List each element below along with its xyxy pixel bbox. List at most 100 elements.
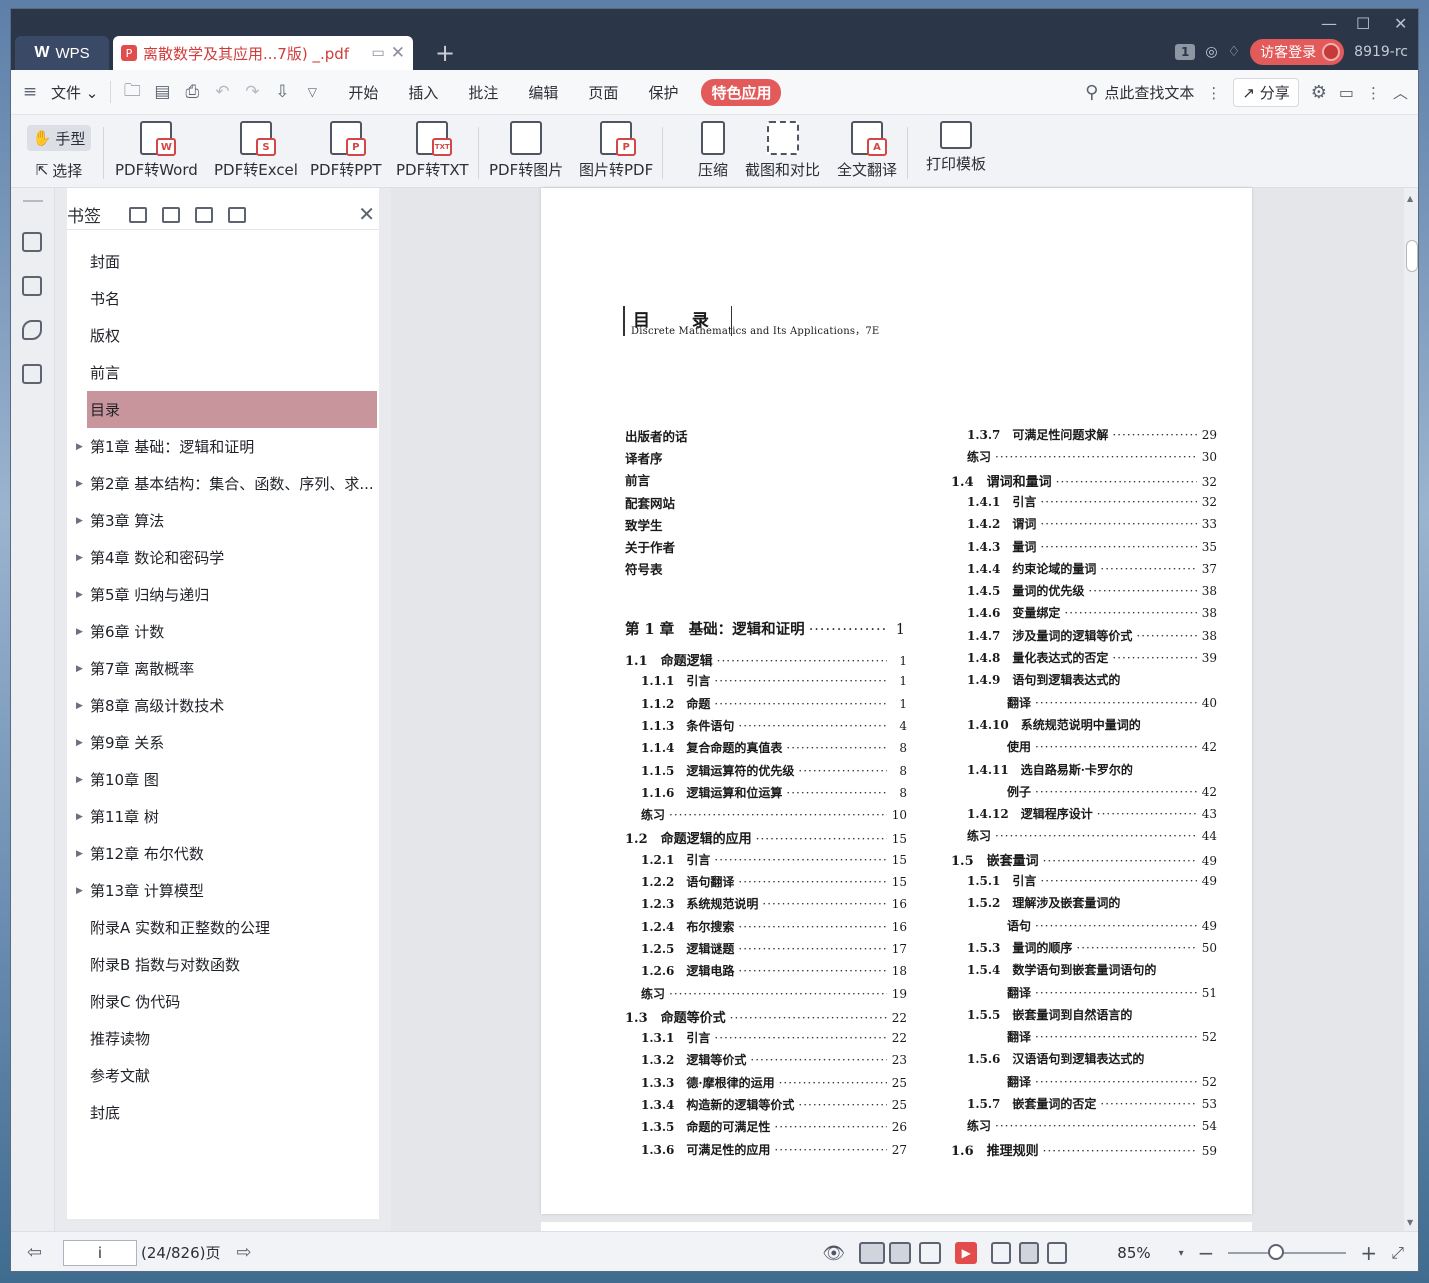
zoom-in-icon[interactable]: + (1360, 1241, 1377, 1265)
tab-insert[interactable]: 插入 (393, 82, 453, 103)
bookmark-item[interactable]: 封面 (67, 243, 379, 280)
bookmark-item[interactable]: 推荐读物 (67, 1020, 379, 1057)
scroll-thumb[interactable] (1406, 240, 1418, 272)
maximize-icon[interactable]: ☐ (1356, 14, 1370, 33)
pdf-to-image-button[interactable]: PDF转图片 (489, 121, 563, 185)
expand-arrow-icon[interactable]: ▶ (76, 442, 83, 452)
bookmark-item[interactable]: ▶ 第2章 基本结构：集合、函数、序列、求... (67, 465, 379, 502)
close-window-icon[interactable]: ✕ (1394, 14, 1407, 33)
pdf-to-txt-button[interactable]: TXT PDF转TXT (396, 121, 469, 185)
expand-arrow-icon[interactable]: ▶ (76, 738, 83, 748)
hand-tool-button[interactable]: ✋ 手型 (27, 125, 91, 151)
close-tab-icon[interactable]: ✕ (391, 43, 405, 63)
continuous-view-icon[interactable] (859, 1242, 886, 1264)
collapse-all-icon[interactable] (162, 206, 180, 223)
share-button[interactable]: ↗ 分享 (1233, 78, 1299, 107)
sync-icon[interactable]: ◎ (1205, 44, 1217, 60)
print-template-button[interactable]: 打印模板 (926, 121, 986, 185)
eye-protection-icon[interactable]: 👁 (822, 1243, 845, 1264)
expand-arrow-icon[interactable]: ▶ (76, 812, 83, 822)
close-panel-icon[interactable]: ✕ (358, 202, 375, 226)
export-icon[interactable]: ⇩ (267, 82, 297, 102)
two-page-icon[interactable] (919, 1242, 942, 1264)
expand-arrow-icon[interactable]: ▶ (76, 516, 83, 526)
thumbnail-image-icon[interactable] (22, 276, 42, 296)
bookmark-item[interactable]: ▶ 第1章 基础：逻辑和证明 (67, 428, 379, 465)
print-icon[interactable]: ⎙ (177, 82, 207, 102)
document-viewport[interactable]: 目 录 Discrete Mathematics and Its Applica… (391, 188, 1406, 1242)
vertical-scrollbar[interactable]: ▲ ▼ (1404, 188, 1418, 1231)
tab-edit[interactable]: 编辑 (513, 82, 573, 103)
tab-comment[interactable]: 批注 (453, 82, 513, 103)
wps-home-tab[interactable]: W WPS (15, 36, 109, 70)
full-translate-button[interactable]: A 全文翻译 (837, 121, 897, 185)
bookmark-item[interactable]: ▶ 第11章 树 (67, 798, 379, 835)
scroll-up-icon[interactable]: ▲ (1407, 194, 1413, 203)
open-folder-icon[interactable]: 🗀 (117, 78, 147, 107)
bookmark-item[interactable]: 封底 (67, 1094, 379, 1131)
image-to-pdf-button[interactable]: P 图片转PDF (579, 121, 653, 185)
select-tool-button[interactable]: ⇱ 选择 (27, 157, 91, 183)
find-text-input[interactable]: 点此查找文本 (1104, 82, 1194, 103)
fit-page-icon[interactable] (1019, 1242, 1040, 1264)
scroll-down-icon[interactable]: ▼ (1407, 1218, 1413, 1227)
tab-start[interactable]: 开始 (333, 82, 393, 103)
expand-arrow-icon[interactable]: ▶ (76, 886, 83, 896)
tab-protect[interactable]: 保护 (633, 82, 693, 103)
collapse-ribbon-icon[interactable]: ︿ (1393, 82, 1408, 103)
skin-icon[interactable]: ♢ (1228, 44, 1241, 60)
bookmark-item[interactable]: ▶ 第10章 图 (67, 761, 379, 798)
guest-login-button[interactable]: 访客登录 (1250, 39, 1345, 65)
more-vertical-icon[interactable]: ⋮ (1206, 84, 1221, 102)
next-page-icon[interactable]: ⇨ (236, 1242, 251, 1263)
bookmark-item[interactable]: 附录B 指数与对数函数 (67, 946, 379, 983)
bookmark-item[interactable]: 目录 (87, 391, 377, 428)
zoom-slider-knob[interactable] (1267, 1244, 1284, 1260)
pin-window-icon[interactable]: ▭ (372, 45, 385, 61)
settings-gear-icon[interactable]: ⚙ (1311, 82, 1327, 103)
tab-special-apps[interactable]: 特色应用 (701, 78, 782, 106)
window-count-badge[interactable]: 1 (1175, 44, 1196, 60)
signature-icon[interactable] (22, 364, 42, 384)
pdf-to-ppt-button[interactable]: P PDF转PPT (310, 121, 381, 185)
compress-button[interactable]: 压缩 (698, 121, 728, 185)
bookmark-item[interactable]: 参考文献 (67, 1057, 379, 1094)
file-menu[interactable]: 文件 ⌄ (45, 82, 104, 103)
bookmark-item[interactable]: ▶ 第7章 离散概率 (67, 650, 379, 687)
bookmark-item[interactable]: ▶ 第12章 布尔代数 (67, 835, 379, 872)
bookmark-item[interactable]: ▶ 第3章 算法 (67, 502, 379, 539)
bookmark-item[interactable]: 附录C 伪代码 (67, 983, 379, 1020)
fit-width-icon[interactable] (1047, 1242, 1068, 1264)
actual-size-icon[interactable] (991, 1242, 1012, 1264)
expand-arrow-icon[interactable]: ▶ (76, 664, 83, 674)
more-options-icon[interactable]: ⋮ (1366, 84, 1381, 102)
zoom-level[interactable]: 85% (1117, 1244, 1150, 1262)
single-page-icon[interactable] (889, 1242, 912, 1264)
expand-arrow-icon[interactable]: ▶ (76, 701, 83, 711)
add-bookmark-icon[interactable] (195, 206, 213, 223)
zoom-dropdown-icon[interactable]: ▾ (1179, 1248, 1184, 1259)
page-number-input[interactable]: i (63, 1239, 137, 1266)
prev-page-icon[interactable]: ⇦ (27, 1242, 42, 1263)
bookmark-item[interactable]: ▶ 第6章 计数 (67, 613, 379, 650)
expand-arrow-icon[interactable]: ▶ (76, 627, 83, 637)
bookmark-item[interactable]: ▶ 第8章 高级计数技术 (67, 687, 379, 724)
more-quick-icon[interactable]: ▽ (297, 85, 327, 99)
redo-icon[interactable]: ↷ (237, 82, 267, 102)
search-icon[interactable]: ⚲ (1085, 82, 1098, 103)
zoom-out-icon[interactable]: − (1198, 1241, 1215, 1265)
expand-arrow-icon[interactable]: ▶ (76, 849, 83, 859)
bookmark-item[interactable]: ▶ 第4章 数论和密码学 (67, 539, 379, 576)
hamburger-icon[interactable]: ≡ (15, 82, 45, 102)
bookmark-item[interactable]: 书名 (67, 280, 379, 317)
expand-arrow-icon[interactable]: ▶ (76, 590, 83, 600)
document-tab[interactable]: P 离散数学及其应用...7版) _.pdf ▭ ✕ (113, 36, 413, 70)
bookmark-item[interactable]: 附录A 实数和正整数的公理 (67, 909, 379, 946)
screenshot-compare-button[interactable]: 截图和对比 (745, 121, 820, 185)
bookmark-item[interactable]: ▶ 第5章 归纳与递归 (67, 576, 379, 613)
pdf-to-word-button[interactable]: W PDF转Word (115, 121, 198, 185)
tab-page[interactable]: 页面 (573, 82, 633, 103)
comment-icon[interactable]: ▭ (1339, 83, 1354, 102)
zoom-slider[interactable] (1228, 1244, 1347, 1260)
pdf-to-excel-button[interactable]: S PDF转Excel (214, 121, 298, 185)
